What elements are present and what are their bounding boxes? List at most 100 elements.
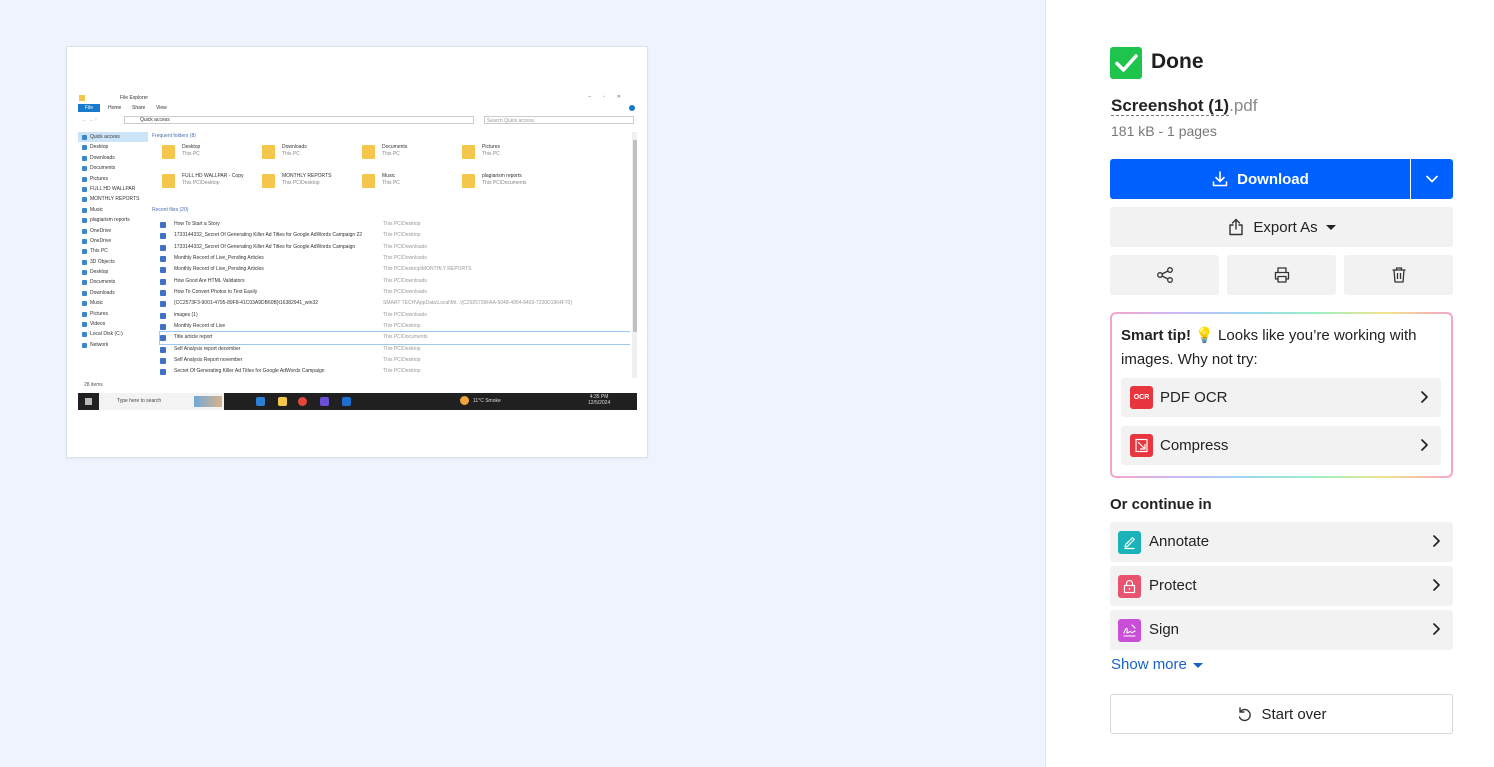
windows-taskbar: Type here to search 11°C Smoke 4:35 PM 1…: [78, 393, 637, 410]
file-location: This PC\Downloads: [383, 255, 427, 262]
nav-item-label: Network: [90, 341, 109, 348]
help-icon: [629, 105, 635, 111]
file-name: Title article report: [174, 334, 213, 341]
file-location: This PC\Desktop: [383, 232, 421, 239]
export-as-button[interactable]: Export As: [1110, 207, 1453, 247]
file-name: Monthly Record of Live: [174, 323, 226, 330]
explorer-search: Search Quick access: [484, 116, 634, 124]
folder-name: Downloads: [282, 144, 307, 150]
nav-item-icon: [82, 280, 87, 286]
word-icon: [342, 397, 351, 406]
tip-option-compress[interactable]: Compress: [1121, 426, 1441, 465]
nav-item: Documents: [78, 277, 148, 287]
file-name: How Good Are HTML Validators: [174, 277, 245, 284]
ribbon-share: Share: [132, 105, 146, 111]
explorer-ribbon: File Home Share View: [78, 104, 637, 112]
recent-file-row: 1733144332_Secret Of Generating Killer A…: [160, 230, 630, 241]
file-name: 1733144332_Secret Of Generating Killer A…: [174, 243, 356, 250]
document-icon: [160, 312, 166, 319]
nav-item: Downloads: [78, 153, 148, 163]
taskbar-search: Type here to search: [99, 393, 224, 410]
nav-item-label: Desktop: [90, 269, 109, 276]
delete-button[interactable]: [1344, 255, 1453, 295]
nav-item-icon: [82, 197, 87, 203]
tip-option-label: Compress: [1160, 437, 1229, 454]
folder-tile: Downloads This PC: [262, 142, 357, 168]
continue-annotate[interactable]: Annotate: [1110, 522, 1453, 562]
explorer-content: Frequent folders (8) Desktop This PC Downl…: [150, 132, 630, 380]
file-name: Self Analysis report december: [174, 345, 241, 352]
edge-icon: [256, 397, 265, 406]
document-preview[interactable]: File Explorer –▫✕ File Home Share View ←…: [66, 46, 648, 458]
file-location: This PC\Desktop: [383, 323, 421, 330]
explorer-scrollbar: [632, 132, 637, 378]
file-name: Monthly Record of Live_Pending Articles: [174, 266, 264, 273]
file-name: How To Convert Photos to Text Easily: [174, 289, 258, 296]
nav-item: Pictures: [78, 174, 148, 184]
document-icon: [160, 222, 166, 228]
download-options-button[interactable]: [1411, 159, 1453, 199]
folder-icon: [462, 145, 475, 159]
nav-item: 3D Objects: [78, 257, 148, 267]
print-button[interactable]: [1227, 255, 1336, 295]
nav-item-icon: [82, 135, 87, 140]
folder-path: This PC: [382, 151, 400, 157]
nav-item: plagiarism reports: [78, 215, 148, 225]
download-icon: [1212, 171, 1228, 187]
start-over-label: Start over: [1261, 705, 1327, 723]
nav-item: OneDrive: [78, 226, 148, 236]
file-location: This PC\Downloads: [383, 311, 427, 318]
preview-area: File Explorer –▫✕ File Home Share View ←…: [0, 0, 1045, 767]
share-button[interactable]: [1110, 255, 1219, 295]
file-location: This PC\Desktop: [383, 221, 421, 227]
document-icon: [160, 358, 166, 365]
caret-down-icon: [1325, 225, 1336, 230]
weather-text: 11°C Smoke: [473, 398, 501, 404]
chevron-right-icon: [1421, 439, 1428, 451]
show-more-link[interactable]: Show more: [1111, 656, 1203, 673]
export-as-label: Export As: [1253, 218, 1318, 236]
file-name: 1733144332_Secret Of Generating Killer A…: [174, 232, 363, 239]
window-controls: –▫✕: [588, 95, 633, 100]
frequent-folders: Desktop This PC Downloads This PC Documents T…: [162, 142, 622, 202]
signature-icon: [1118, 619, 1141, 642]
document-icon: [160, 278, 166, 285]
folder-tile: Desktop This PC: [162, 142, 257, 168]
lock-icon: [1118, 575, 1141, 598]
recent-file-row: How To Convert Photos to Text Easily This…: [160, 287, 630, 298]
continue-protect[interactable]: Protect: [1110, 566, 1453, 606]
trash-icon: [1392, 267, 1405, 283]
item-count: 28 items: [84, 382, 103, 388]
document-icon: [160, 267, 166, 274]
nav-item: Documents: [78, 163, 148, 173]
document-icon: [160, 256, 166, 263]
nav-item: OneDrive: [78, 236, 148, 246]
folder-name: plagiarism reports: [482, 173, 522, 179]
nav-item: Downloads: [78, 288, 148, 298]
explorer-address-bar: ← → ↑ Quick access Search Quick access: [78, 116, 637, 125]
folder-path: This PC\Documents: [482, 180, 527, 186]
folder-name: Music: [382, 173, 396, 179]
nav-item-icon: [82, 186, 87, 192]
ribbon-view: View: [156, 105, 167, 111]
nav-item-label: Videos: [90, 321, 106, 328]
recent-file-row: Self Analysis Report november This PC\Des…: [160, 355, 630, 366]
file-name[interactable]: Screenshot (1): [1111, 96, 1230, 116]
folder-icon: [79, 95, 85, 101]
nav-item: Videos: [78, 319, 148, 329]
taskbar-search-text: Type here to search: [117, 398, 162, 404]
file-name-row: Screenshot (1).pdf: [1111, 96, 1257, 116]
nav-item-icon: [82, 332, 87, 338]
start-over-button[interactable]: Start over: [1110, 694, 1453, 734]
recent-file-row: images (1) This PC\Downloads: [160, 310, 630, 321]
tip-option-pdf-ocr[interactable]: OCR PDF OCR: [1121, 378, 1441, 417]
folder-name: Pictures: [482, 144, 501, 150]
windows-start-icon: [85, 398, 92, 405]
nav-item: Desktop: [78, 267, 148, 277]
nav-item-label: Music: [90, 206, 104, 213]
nav-item-label: FULL HD WALLPAR: [90, 185, 136, 192]
file-explorer-icon: [278, 397, 287, 406]
continue-sign[interactable]: Sign: [1110, 610, 1453, 650]
download-button[interactable]: Download: [1110, 159, 1410, 199]
nav-item-icon: [82, 207, 87, 213]
